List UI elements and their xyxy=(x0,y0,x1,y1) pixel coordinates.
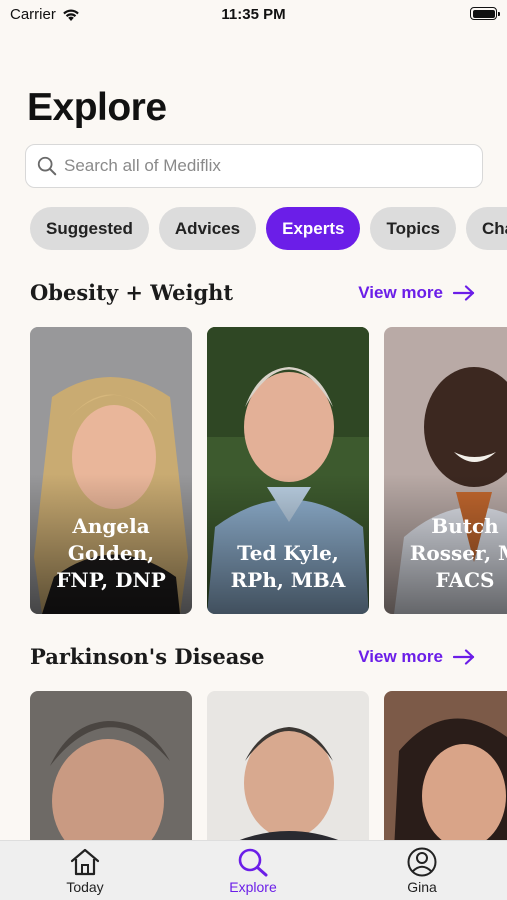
chip-advices[interactable]: Advices xyxy=(158,207,257,250)
experts-row-obesity: Angela Golden, FNP, DNP Ted Kyle, RPh, M… xyxy=(30,327,507,614)
expert-portrait xyxy=(30,691,192,851)
expert-name: Angela Golden, FNP, DNP xyxy=(56,514,166,592)
search-input[interactable] xyxy=(64,156,464,176)
house-icon xyxy=(70,848,100,876)
filter-chips: Suggested Advices Experts Topics Cha xyxy=(30,207,507,250)
tab-today[interactable]: Today xyxy=(35,847,135,895)
tab-profile[interactable]: Gina xyxy=(372,847,472,895)
search-icon xyxy=(238,848,268,877)
tab-label: Explore xyxy=(229,879,277,895)
search-bar[interactable] xyxy=(25,144,483,188)
experts-row-parkinsons xyxy=(30,691,507,851)
view-more-label: View more xyxy=(358,647,443,666)
chip-suggested[interactable]: Suggested xyxy=(30,207,149,250)
section-title-obesity: Obesity + Weight xyxy=(30,280,234,305)
expert-card[interactable]: Butch Rosser, M FACS xyxy=(384,327,507,614)
status-bar: Carrier 11:35 PM xyxy=(0,0,507,30)
expert-name: Ted Kyle, RPh, MBA xyxy=(230,541,346,592)
chip-experts[interactable]: Experts xyxy=(266,207,361,250)
arrow-right-icon xyxy=(453,649,475,665)
tab-bar: Today Explore Gina xyxy=(0,840,507,900)
user-circle-icon xyxy=(407,847,437,877)
arrow-right-icon xyxy=(453,285,475,301)
tab-label: Gina xyxy=(407,879,437,895)
view-more-parkinsons[interactable]: View more xyxy=(358,647,475,667)
section-title-parkinsons: Parkinson's Disease xyxy=(30,644,265,669)
expert-portrait xyxy=(384,691,507,851)
chip-topics[interactable]: Topics xyxy=(370,207,457,250)
page-title: Explore xyxy=(27,86,167,129)
expert-name: Butch Rosser, M FACS xyxy=(409,514,507,592)
view-more-obesity[interactable]: View more xyxy=(358,283,475,303)
view-more-label: View more xyxy=(358,283,443,302)
search-icon xyxy=(37,156,57,176)
chip-channels[interactable]: Cha xyxy=(466,207,507,250)
expert-card[interactable]: Ted Kyle, RPh, MBA xyxy=(207,327,369,614)
expert-portrait xyxy=(207,691,369,851)
clock: 11:35 PM xyxy=(221,6,286,23)
expert-card[interactable] xyxy=(384,691,507,851)
expert-card[interactable]: Angela Golden, FNP, DNP xyxy=(30,327,192,614)
battery-icon xyxy=(470,7,500,20)
expert-card[interactable] xyxy=(207,691,369,851)
expert-card[interactable] xyxy=(30,691,192,851)
tab-explore[interactable]: Explore xyxy=(203,847,303,895)
tab-label: Today xyxy=(66,879,104,895)
